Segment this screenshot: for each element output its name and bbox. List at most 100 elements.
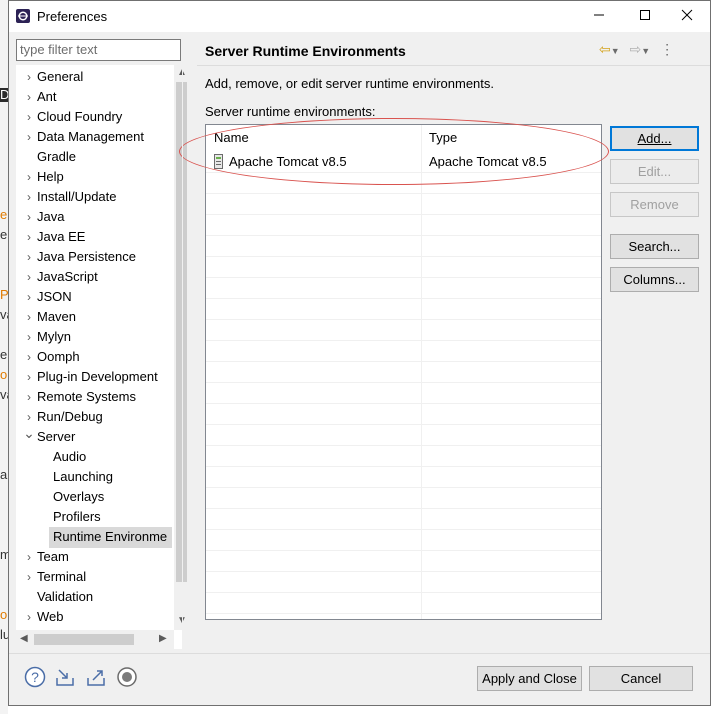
tree-item[interactable]: › JSON: [16, 287, 172, 307]
tree-item[interactable]: › Plug-in Development: [16, 367, 172, 387]
add-button[interactable]: Add...: [610, 126, 699, 151]
tree-item[interactable]: › Team: [16, 547, 172, 567]
chevron-right-icon[interactable]: ›: [22, 547, 36, 567]
chevron-right-icon[interactable]: ›: [22, 387, 36, 407]
tree-item[interactable]: Runtime Environme: [16, 527, 172, 547]
table-grid-line: [206, 298, 601, 299]
chevron-right-icon[interactable]: ›: [22, 267, 36, 287]
bottom-separator: [9, 653, 710, 654]
tree-item[interactable]: Overlays: [16, 487, 172, 507]
tree-item-label: Overlays: [53, 489, 105, 504]
chevron-right-icon[interactable]: ›: [22, 607, 36, 627]
background-fragment: D: [0, 87, 10, 102]
table-grid-line: [206, 214, 601, 215]
table-grid-line: [206, 487, 601, 488]
close-button[interactable]: [664, 1, 710, 32]
chevron-right-icon[interactable]: ›: [22, 347, 36, 367]
forward-icon[interactable]: ⇨: [630, 41, 642, 57]
chevron-down-icon[interactable]: ⌄: [22, 423, 36, 443]
pane-divider[interactable]: [182, 65, 183, 649]
tree-item[interactable]: › Terminal: [16, 567, 172, 587]
tree-item[interactable]: › Run/Debug: [16, 407, 172, 427]
chevron-right-icon[interactable]: ›: [22, 167, 36, 187]
eclipse-icon: [16, 9, 30, 23]
export-icon[interactable]: [85, 666, 107, 688]
tree-item[interactable]: › JavaScript: [16, 267, 172, 287]
columns-button[interactable]: Columns...: [610, 267, 699, 292]
tree-item-label: Plug-in Development: [37, 369, 158, 384]
scrollbar-thumb[interactable]: [34, 634, 134, 645]
edit-button[interactable]: Edit...: [610, 159, 699, 184]
tree-item[interactable]: › Remote Systems: [16, 387, 172, 407]
chevron-right-icon[interactable]: ›: [22, 207, 36, 227]
chevron-right-icon[interactable]: ›: [22, 87, 36, 107]
tree-item[interactable]: › Install/Update: [16, 187, 172, 207]
tree-item[interactable]: ⌄ Server: [16, 425, 172, 447]
tree-item[interactable]: › Cloud Foundry: [16, 107, 172, 127]
chevron-right-icon[interactable]: ›: [22, 127, 36, 147]
back-menu-icon[interactable]: ▼: [611, 46, 620, 56]
tree-item[interactable]: › Mylyn: [16, 327, 172, 347]
chevron-right-icon[interactable]: ›: [22, 227, 36, 247]
chevron-right-icon[interactable]: ›: [22, 247, 36, 267]
tree-item-label: Mylyn: [37, 329, 71, 344]
add-button-label: Add...: [637, 131, 672, 146]
tree-item[interactable]: › Web: [16, 607, 172, 627]
table-grid-line: [206, 277, 601, 278]
tree-item-label: Audio: [53, 449, 87, 464]
chevron-right-icon[interactable]: ›: [22, 307, 36, 327]
tree-horizontal-scrollbar[interactable]: ◀ ▶: [16, 630, 174, 649]
table-grid-line: [206, 193, 601, 194]
import-icon[interactable]: [54, 666, 76, 688]
svg-text:?: ?: [31, 669, 39, 685]
cancel-button[interactable]: Cancel: [589, 666, 693, 691]
tree-item-label: Install/Update: [37, 189, 117, 204]
tree-item[interactable]: Audio: [16, 447, 172, 467]
chevron-right-icon[interactable]: ›: [22, 67, 36, 87]
table-grid-line: [206, 613, 601, 614]
tree-item[interactable]: › Java: [16, 207, 172, 227]
tree-item[interactable]: › General: [16, 67, 172, 87]
tree-item[interactable]: Profilers: [16, 507, 172, 527]
search-button[interactable]: Search...: [610, 234, 699, 259]
scroll-right-icon[interactable]: ▶: [159, 633, 167, 644]
list-label: Server runtime environments:: [205, 104, 376, 119]
filter-input[interactable]: type filter text: [16, 39, 181, 61]
tree-item[interactable]: › Java EE: [16, 227, 172, 247]
chevron-right-icon[interactable]: ›: [22, 107, 36, 127]
chevron-right-icon[interactable]: ›: [22, 187, 36, 207]
tree-item[interactable]: › Help: [16, 167, 172, 187]
table-grid-line: [206, 382, 601, 383]
tree-item[interactable]: › Oomph: [16, 347, 172, 367]
record-icon[interactable]: [116, 666, 138, 688]
chevron-right-icon[interactable]: ›: [22, 287, 36, 307]
help-icon[interactable]: ?: [24, 666, 46, 688]
table-grid-line: [206, 592, 601, 593]
tree-item[interactable]: › Ant: [16, 87, 172, 107]
table-grid-line: [206, 424, 601, 425]
minimize-button[interactable]: [576, 1, 622, 32]
chevron-right-icon[interactable]: ›: [22, 367, 36, 387]
table-grid-line: [206, 319, 601, 320]
scroll-left-icon[interactable]: ◀: [20, 633, 28, 644]
background-fragment: e: [0, 207, 8, 222]
back-icon[interactable]: ⇦: [599, 41, 611, 57]
tree-item-label: Validation: [37, 589, 94, 604]
tree-item[interactable]: Launching: [16, 467, 172, 487]
apply-and-close-button[interactable]: Apply and Close: [477, 666, 582, 691]
chevron-right-icon[interactable]: ›: [22, 327, 36, 347]
tree-item[interactable]: › Maven: [16, 307, 172, 327]
remove-button[interactable]: Remove: [610, 192, 699, 217]
tree-item[interactable]: Validation: [16, 587, 172, 607]
background-fragment: e: [0, 347, 8, 362]
view-menu-icon[interactable]: ⋮: [660, 41, 674, 57]
tree-item[interactable]: › Java Persistence: [16, 247, 172, 267]
runtime-table[interactable]: Name Type Apache Tomcat v8.5 Apache Tomc…: [205, 124, 602, 620]
forward-menu-icon[interactable]: ▼: [641, 46, 650, 56]
tree-item[interactable]: › Data Management: [16, 127, 172, 147]
chevron-right-icon[interactable]: ›: [22, 567, 36, 587]
maximize-button[interactable]: [622, 1, 668, 32]
tree-item[interactable]: Gradle: [16, 147, 172, 167]
tree-item-label: Help: [37, 169, 64, 184]
table-grid-line: [206, 529, 601, 530]
